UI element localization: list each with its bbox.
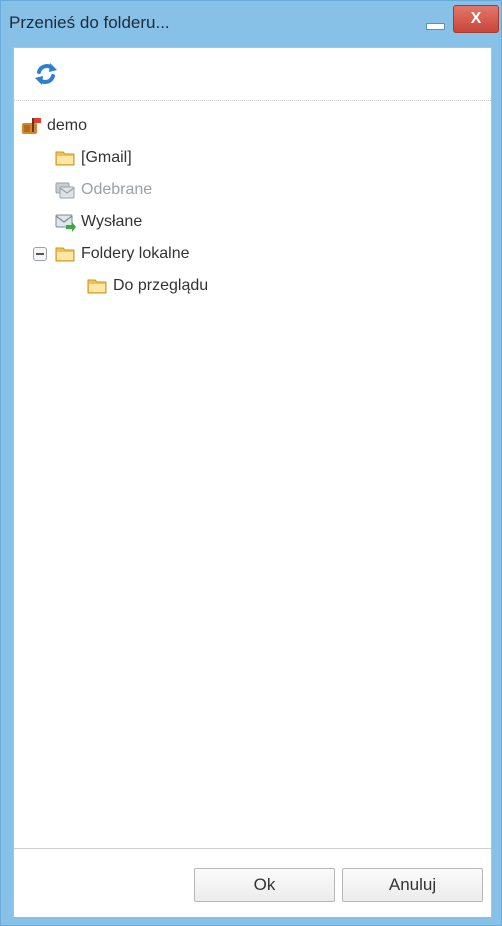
tree-node-foldery-lokalne[interactable]: Foldery lokalne [54, 240, 190, 268]
folder-icon [87, 279, 107, 294]
close-icon: X [470, 10, 482, 27]
tree-node-demo[interactable]: demo [20, 112, 87, 140]
refresh-icon [35, 63, 57, 85]
dialog-title: Przenieś do folderu... [9, 13, 170, 32]
tree-node-label: Wysłane [81, 213, 143, 230]
tree-node-label: Foldery lokalne [81, 245, 190, 262]
close-button[interactable]: X [453, 5, 499, 33]
folder-icon [55, 151, 75, 166]
tree-node-label: Do przeglądu [113, 277, 209, 294]
tree-node-wyslane[interactable]: Wysłane [54, 208, 142, 236]
tree-node-odebrane: Odebrane [54, 176, 152, 204]
title-bar[interactable]: Przenieś do folderu... X [1, 1, 501, 47]
tree-node-label: demo [47, 117, 88, 134]
mailbox-icon [22, 118, 41, 134]
folder-icon [55, 247, 75, 262]
inbox-icon [55, 182, 75, 199]
folder-tree: demo [Gmail] Odebrane Wysłane Foldery lo… [14, 101, 491, 847]
cancel-button[interactable]: Anuluj [342, 868, 483, 902]
toolbar [14, 48, 491, 101]
ok-button[interactable]: Ok [194, 868, 335, 902]
sent-icon [55, 214, 76, 232]
refresh-button[interactable] [32, 60, 60, 88]
tree-node-label: Odebrane [81, 181, 153, 198]
move-to-folder-dialog: Przenieś do folderu... X demo [Gmail] Od… [0, 0, 502, 926]
minimize-button[interactable] [421, 9, 449, 33]
tree-node-gmail[interactable]: [Gmail] [54, 144, 132, 172]
collapse-toggle[interactable] [33, 247, 47, 261]
tree-node-do-przegladu[interactable]: Do przeglądu [86, 272, 208, 300]
dialog-body: demo [Gmail] Odebrane Wysłane Foldery lo… [13, 47, 492, 917]
dialog-footer: Ok Anuluj [14, 848, 491, 917]
tree-node-label: [Gmail] [81, 149, 132, 166]
